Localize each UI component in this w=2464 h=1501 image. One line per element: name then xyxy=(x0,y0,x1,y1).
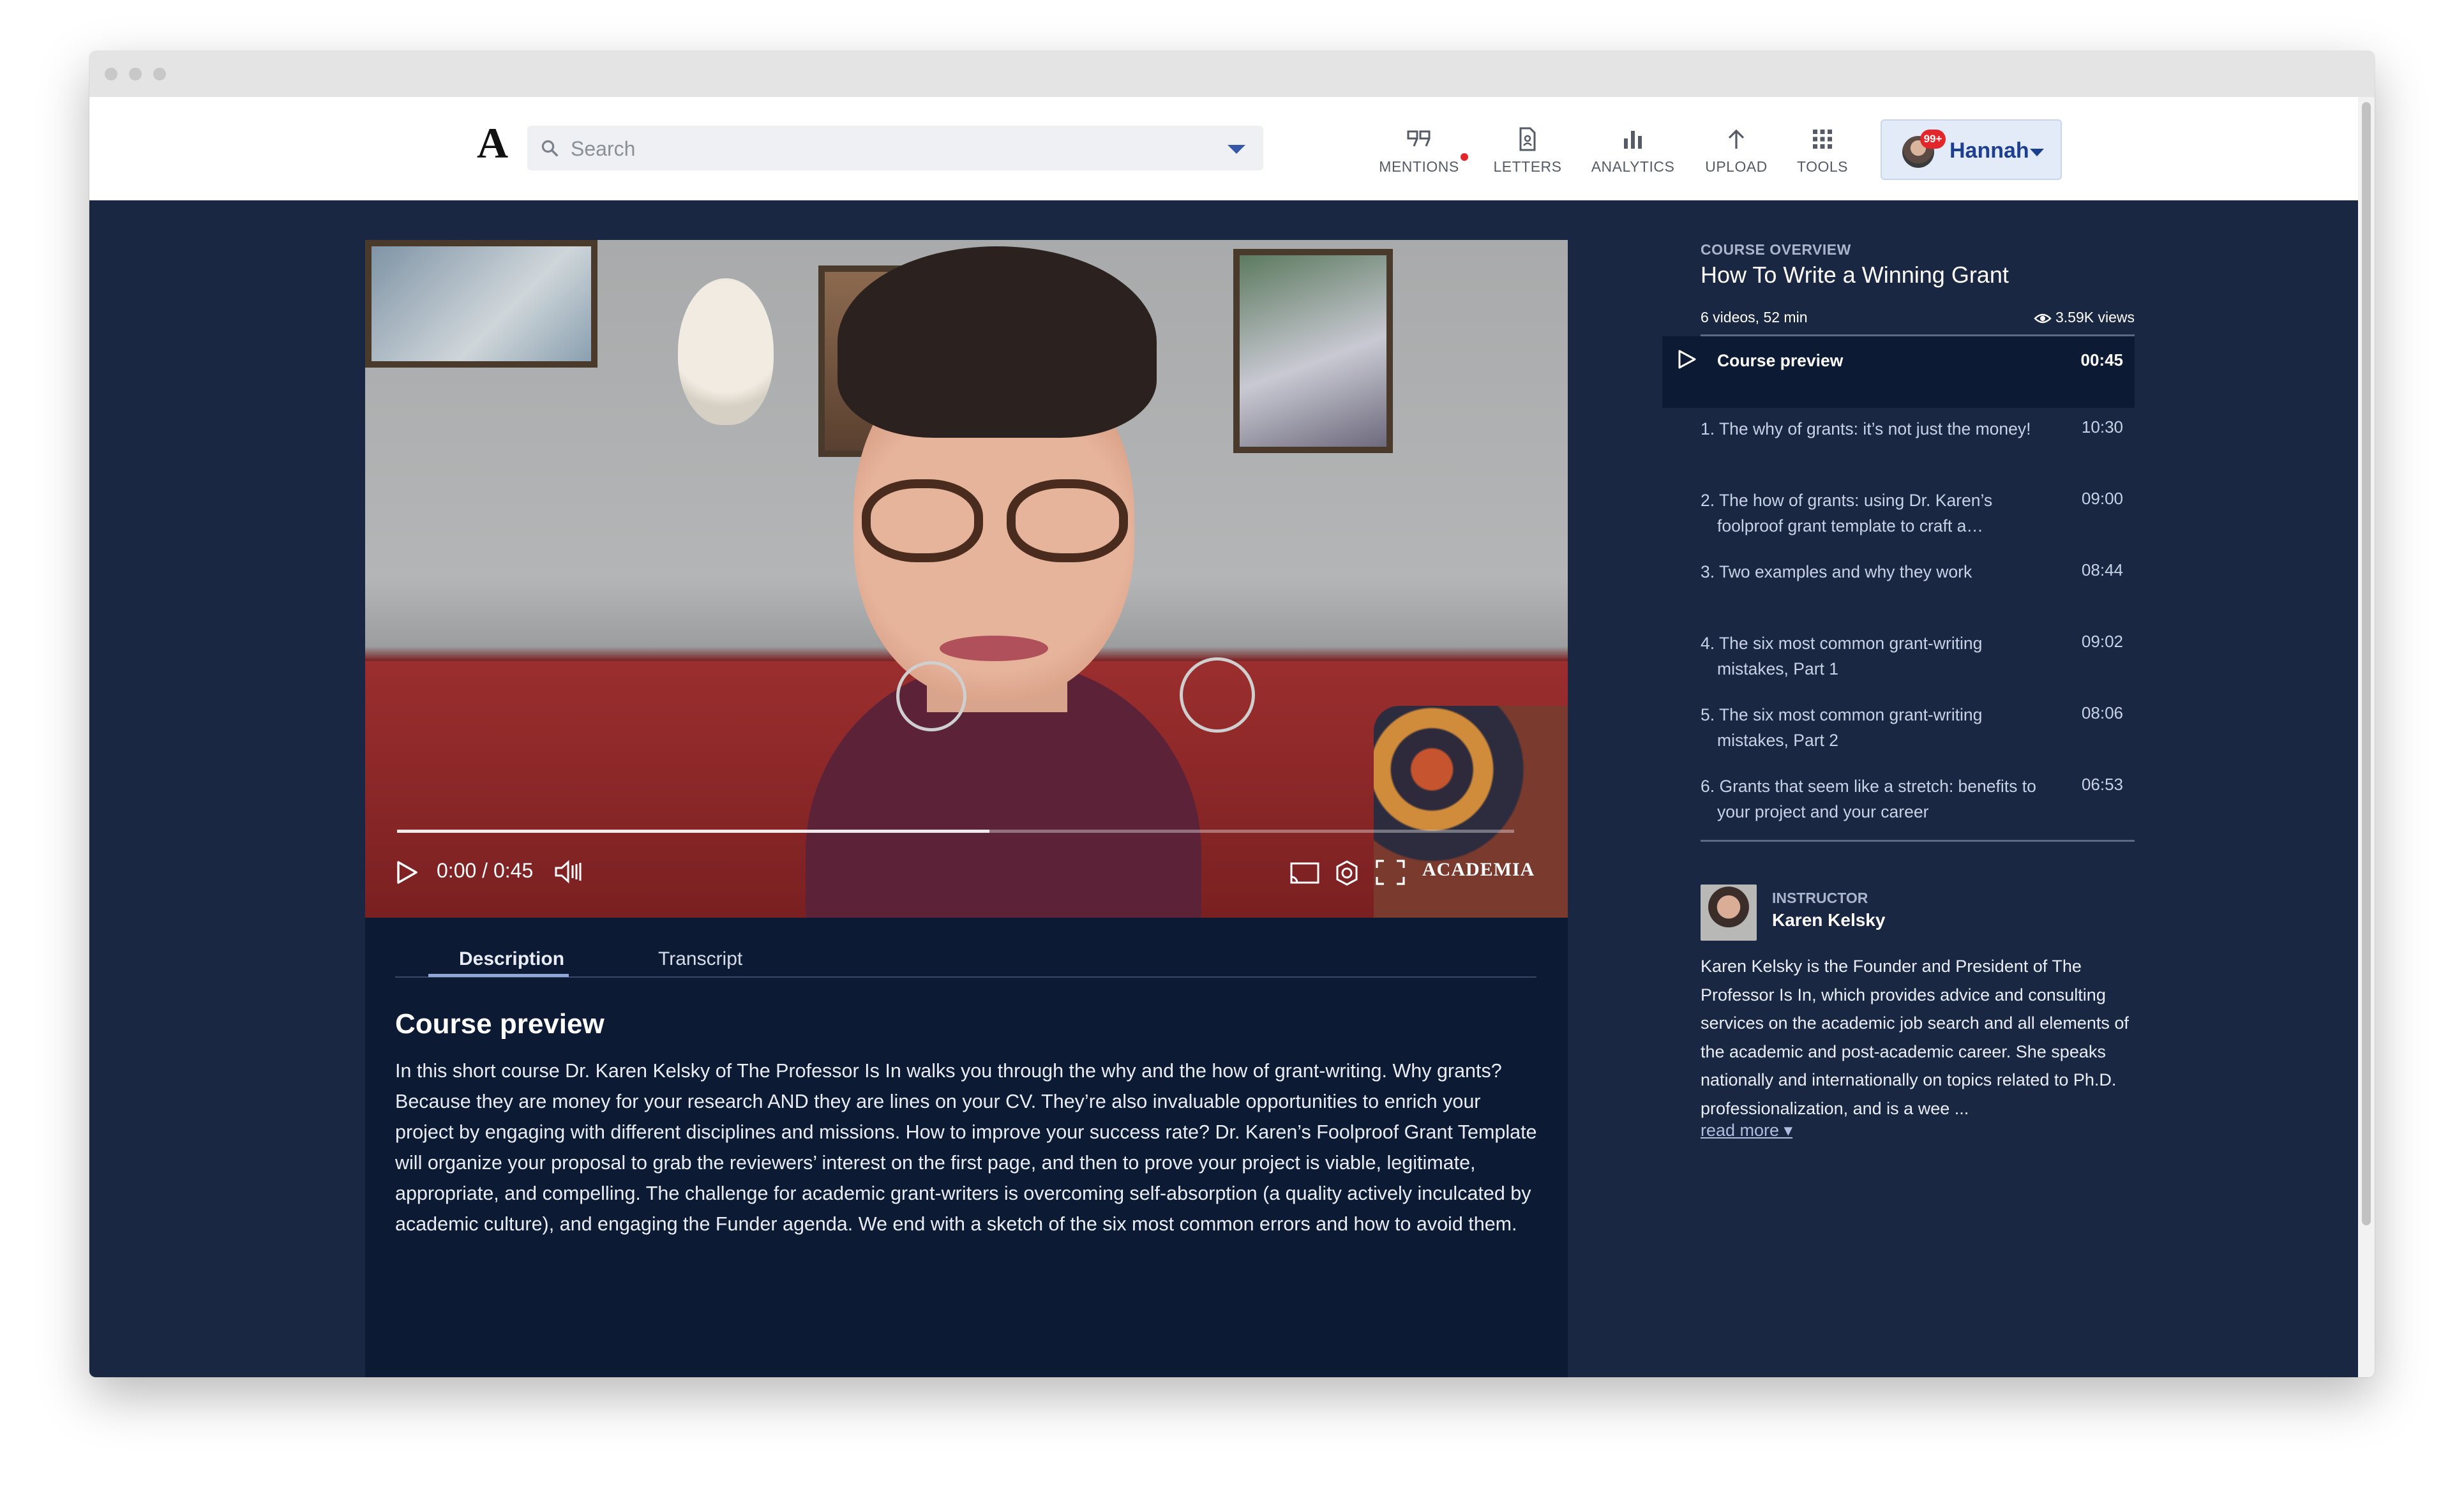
window-close-dot[interactable] xyxy=(105,68,117,80)
lesson-title: 3. Two examples and why they work xyxy=(1701,562,1972,581)
noh-mask xyxy=(678,278,774,425)
lesson-item-2[interactable]: 2. The how of grants: using Dr. Karen’s … xyxy=(1662,488,2135,551)
lesson-duration: 08:44 xyxy=(2081,560,2123,579)
read-more-link[interactable]: read more ▾ xyxy=(1701,1121,1792,1140)
wall-painting-left xyxy=(365,240,597,368)
user-name: Hannah xyxy=(1949,138,2029,163)
video-player[interactable]: 0:00 / 0:45 ACADEMIA xyxy=(365,240,1568,918)
lesson-title: 6. Grants that seem like a stretch: bene… xyxy=(1701,777,2036,821)
glasses-left-lens xyxy=(862,479,983,562)
lesson-item-5[interactable]: 5. The six most common grant-writing mis… xyxy=(1662,702,2135,766)
page-scrollbar[interactable] xyxy=(2358,97,2375,1377)
window-titlebar xyxy=(89,51,2375,97)
window-minimize-dot[interactable] xyxy=(129,68,142,80)
description-body: In this short course Dr. Karen Kelsky of… xyxy=(395,1060,1537,1235)
course-page: 0:00 / 0:45 ACADEMIA Description Transcr… xyxy=(89,200,2358,1377)
volume-icon[interactable] xyxy=(554,859,585,885)
person-hair xyxy=(838,246,1157,438)
lesson-item-1[interactable]: 1. The why of grants: it’s not just the … xyxy=(1662,416,2135,480)
lesson-title: 4. The six most common grant-writing mis… xyxy=(1701,634,1983,678)
course-views: 3.59K views xyxy=(2034,309,2135,326)
lesson-duration: 09:00 xyxy=(2081,489,2123,508)
user-menu-button[interactable]: 99+ Hannah xyxy=(1881,119,2062,180)
lesson-duration: 09:02 xyxy=(2081,632,2123,651)
lesson-duration: 10:30 xyxy=(2081,417,2123,437)
lesson-duration: 08:06 xyxy=(2081,703,2123,722)
instructor-name[interactable]: Karen Kelsky xyxy=(1772,910,1885,930)
lesson-item-3[interactable]: 3. Two examples and why they work 08:44 xyxy=(1662,559,2135,597)
lesson-item-4[interactable]: 4. The six most common grant-writing mis… xyxy=(1662,631,2135,694)
lesson-item-preview[interactable]: Course preview 00:45 xyxy=(1662,336,2135,408)
chevron-down-icon xyxy=(2030,149,2044,156)
wall-painting-right xyxy=(1233,249,1393,453)
play-outline-icon xyxy=(1678,350,1696,369)
fullscreen-icon[interactable] xyxy=(1375,859,1406,886)
course-title: How To Write a Winning Grant xyxy=(1701,262,2009,288)
video-progress-fill xyxy=(397,830,989,833)
content-tabs: Description Transcript xyxy=(395,942,1536,978)
lesson-item-6[interactable]: 6. Grants that seem like a stretch: bene… xyxy=(1662,773,2135,837)
views-count: 3.59K views xyxy=(2055,309,2135,325)
window-zoom-dot[interactable] xyxy=(153,68,166,80)
lesson-title: Course preview xyxy=(1717,351,1844,370)
instructor-bio: Karen Kelsky is the Founder and Presiden… xyxy=(1701,957,2129,1118)
lesson-list-bottom-rule xyxy=(1701,840,2135,842)
tab-transcript[interactable]: Transcript xyxy=(658,948,742,970)
scrollbar-thumb[interactable] xyxy=(2362,102,2371,1225)
earring-right xyxy=(1180,657,1255,733)
video-time: 0:00 / 0:45 xyxy=(437,859,534,882)
browser-window: A Search MENTIONS LETTERS ANALYTICS UPLO… xyxy=(89,51,2375,1377)
instructor-avatar[interactable] xyxy=(1701,885,1757,941)
player-column: 0:00 / 0:45 ACADEMIA Description Transcr… xyxy=(365,240,1568,1377)
course-meta: 6 videos, 52 min xyxy=(1701,309,1808,325)
instructor-kicker: INSTRUCTOR xyxy=(1772,890,1868,906)
course-overview-kicker: COURSE OVERVIEW xyxy=(1701,241,1851,258)
eye-icon xyxy=(2034,313,2052,324)
description-title: Course preview xyxy=(395,1008,605,1040)
lesson-duration: 00:45 xyxy=(2080,350,2124,370)
tab-description[interactable]: Description xyxy=(459,948,564,970)
header-user-layer: 99+ Hannah xyxy=(89,97,2358,200)
glasses-right-lens xyxy=(1007,479,1128,562)
video-brand-watermark: ACADEMIA xyxy=(1422,859,1535,880)
video-progress-bar[interactable] xyxy=(397,830,1514,833)
active-tab-indicator xyxy=(428,974,569,977)
play-icon[interactable] xyxy=(396,860,419,885)
notification-badge: 99+ xyxy=(1920,130,1946,149)
cast-icon[interactable] xyxy=(1289,862,1320,885)
lesson-title: 1. The why of grants: it’s not just the … xyxy=(1701,419,2031,438)
person-lips xyxy=(940,636,1048,661)
lesson-title: 5. The six most common grant-writing mis… xyxy=(1701,705,1983,750)
lesson-title: 2. The how of grants: using Dr. Karen’s … xyxy=(1701,491,1993,535)
patterned-pillow xyxy=(1374,706,1568,918)
earring-left xyxy=(896,661,966,731)
settings-icon[interactable] xyxy=(1334,860,1360,886)
lesson-duration: 06:53 xyxy=(2081,775,2123,794)
